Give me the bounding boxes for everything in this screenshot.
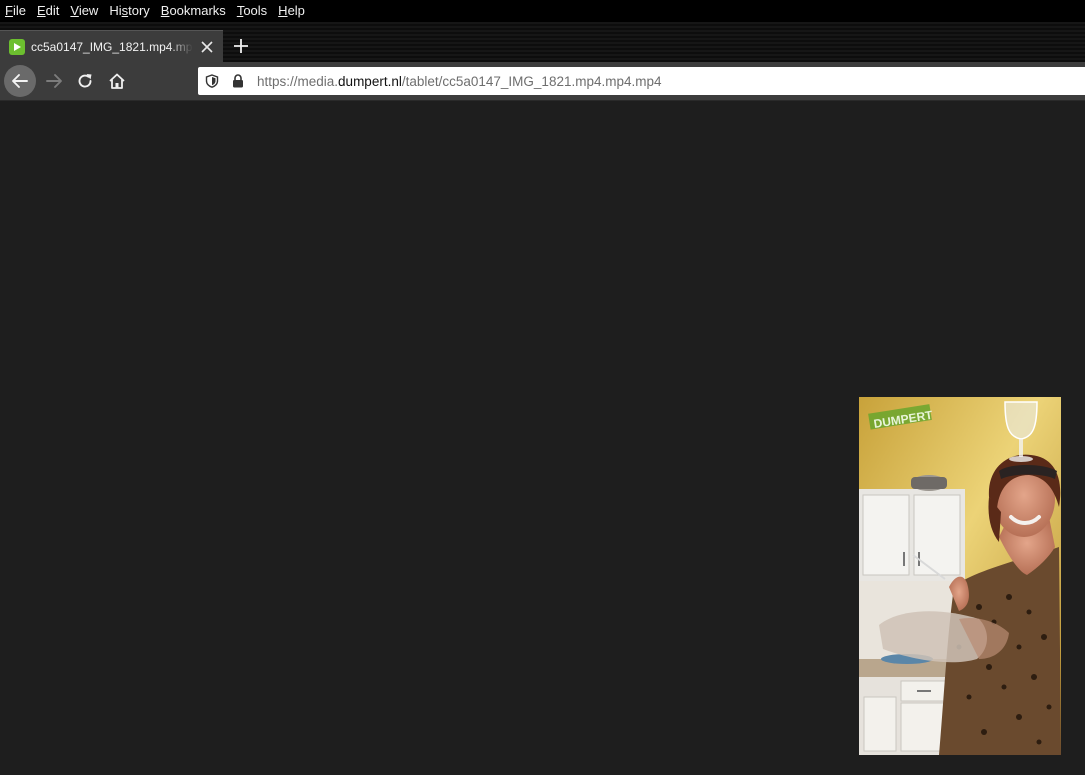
- tab-title: cc5a0147_IMG_1821.mp4.mp4.mp4: [31, 40, 193, 54]
- tab-strip: cc5a0147_IMG_1821.mp4.mp4.mp4: [0, 22, 1085, 63]
- back-arrow-icon[interactable]: [4, 65, 36, 97]
- url-prefix: https://media.: [257, 73, 339, 89]
- menu-view[interactable]: View: [64, 1, 103, 21]
- forward-arrow-icon[interactable]: [38, 65, 70, 97]
- browser-window: File Edit View History Bookmarks Tools H…: [0, 0, 1085, 775]
- reload-icon[interactable]: [69, 65, 101, 97]
- tracking-shield-icon[interactable]: [204, 73, 220, 89]
- address-bar[interactable]: https://media.dumpert.nl/tablet/cc5a0147…: [198, 67, 1085, 95]
- video-player[interactable]: DUMPERT: [859, 397, 1061, 755]
- menu-file[interactable]: File: [0, 1, 31, 21]
- tab-active[interactable]: cc5a0147_IMG_1821.mp4.mp4.mp4: [0, 30, 223, 63]
- menu-history[interactable]: History: [103, 1, 154, 21]
- play-favicon-icon: [9, 39, 25, 55]
- navigation-toolbar: https://media.dumpert.nl/tablet/cc5a0147…: [0, 62, 1085, 101]
- new-tab-plus-icon[interactable]: [229, 34, 253, 58]
- page-content: DUMPERT: [0, 101, 1085, 775]
- url-path: /tablet/cc5a0147_IMG_1821.mp4.mp4.mp4: [401, 73, 662, 89]
- lock-icon[interactable]: [230, 73, 246, 89]
- close-icon[interactable]: [199, 39, 215, 55]
- video-frame: DUMPERT: [859, 397, 1061, 755]
- url-text[interactable]: https://media.dumpert.nl/tablet/cc5a0147…: [257, 74, 662, 89]
- menu-help[interactable]: Help: [272, 1, 310, 21]
- menu-edit[interactable]: Edit: [31, 1, 64, 21]
- menu-bar: File Edit View History Bookmarks Tools H…: [0, 0, 1085, 22]
- home-icon[interactable]: [101, 65, 133, 97]
- url-domain: dumpert.nl: [338, 73, 402, 89]
- menu-tools[interactable]: Tools: [231, 1, 272, 21]
- menu-bookmarks[interactable]: Bookmarks: [155, 1, 231, 21]
